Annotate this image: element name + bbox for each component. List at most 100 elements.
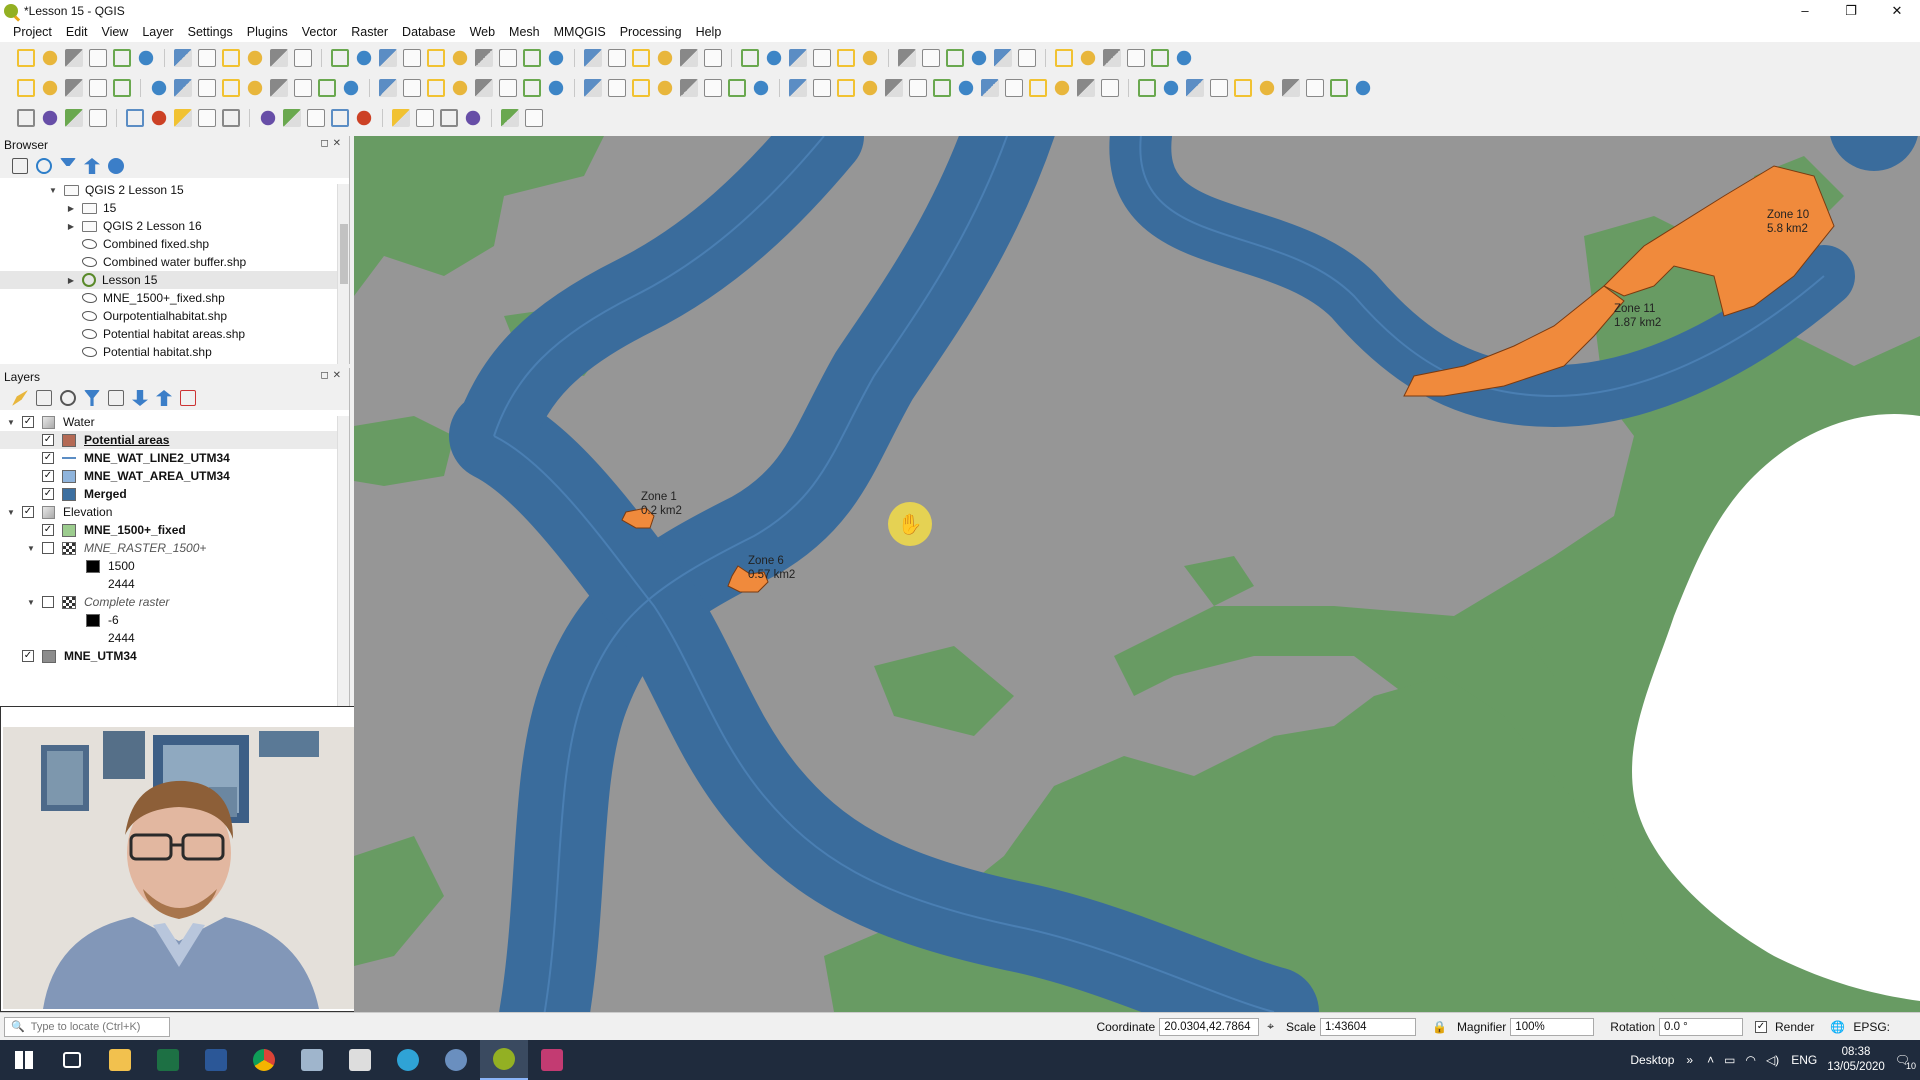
toolbar-tool-icon[interactable]	[741, 49, 759, 67]
toolbar-tool-icon[interactable]	[452, 50, 468, 66]
expanded-arrow-icon[interactable]: ▼	[48, 186, 58, 195]
toolbar-tool-icon[interactable]	[198, 109, 216, 127]
toolbar-tool-icon[interactable]	[837, 49, 855, 67]
toolbar-tool-icon[interactable]	[452, 80, 468, 96]
toolbar-tool-icon[interactable]	[440, 109, 458, 127]
layer-group[interactable]: ▼ ✓ Elevation	[0, 503, 349, 521]
toolbar-tool-icon[interactable]	[958, 80, 974, 96]
toolbar-tool-icon[interactable]	[1282, 79, 1300, 97]
toolbar-tool-icon[interactable]	[392, 109, 410, 127]
layer-visibility-checkbox[interactable]: ✓	[42, 434, 54, 446]
toolbar-tool-icon[interactable]	[174, 109, 192, 127]
toolbar-tool-icon[interactable]	[343, 80, 359, 96]
toolbar-tool-icon[interactable]	[1138, 79, 1156, 97]
toolbar-tool-icon[interactable]	[1210, 79, 1228, 97]
menu-processing[interactable]: Processing	[613, 25, 689, 39]
collapse-all-icon[interactable]	[84, 158, 100, 174]
toolbar-tool-icon[interactable]	[151, 80, 167, 96]
wifi-icon[interactable]: ◠	[1745, 1053, 1755, 1067]
toolbar-tool-icon[interactable]	[174, 49, 192, 67]
collapsed-arrow-icon[interactable]: ▶	[66, 204, 76, 213]
toolbar-tool-icon[interactable]	[657, 50, 673, 66]
toolbar-tool-icon[interactable]	[1077, 79, 1095, 97]
layer-visibility-checkbox[interactable]	[42, 596, 54, 608]
task-view-button[interactable]	[48, 1040, 96, 1080]
layer-item[interactable]: ✓ MNE_WAT_AREA_UTM34	[0, 467, 349, 485]
toolbar-tool-icon[interactable]	[270, 49, 288, 67]
toolbar-tool-icon[interactable]	[403, 79, 421, 97]
toolbar-tool-icon[interactable]	[356, 50, 372, 66]
toolbar-tool-icon[interactable]	[416, 109, 434, 127]
toolbar-tool-icon[interactable]	[307, 109, 325, 127]
close-button[interactable]: ✕	[1874, 0, 1920, 22]
layer-item[interactable]: ▼ Complete raster	[0, 593, 349, 611]
toolbar-tool-icon[interactable]	[1306, 79, 1324, 97]
start-button[interactable]	[0, 1040, 48, 1080]
toolbar-tool-icon[interactable]	[523, 79, 541, 97]
toolbar-tool-icon[interactable]	[680, 79, 698, 97]
layer-item[interactable]: ✓ Merged	[0, 485, 349, 503]
toolbar-tool-icon[interactable]	[1163, 80, 1179, 96]
toolbar-tool-icon[interactable]	[89, 79, 107, 97]
toolbar-tool-icon[interactable]	[65, 79, 83, 97]
minimize-button[interactable]: –	[1782, 0, 1828, 22]
browser-item[interactable]: Combined water buffer.shp	[0, 253, 349, 271]
layer-visibility-checkbox[interactable]: ✓	[22, 650, 34, 662]
layer-item[interactable]: ▼ MNE_RASTER_1500+	[0, 539, 349, 557]
toolbar-tool-icon[interactable]	[331, 109, 349, 127]
menu-plugins[interactable]: Plugins	[240, 25, 295, 39]
toolbar-tool-icon[interactable]	[862, 80, 878, 96]
browser-item[interactable]: ▼ QGIS 2 Lesson 15	[0, 181, 349, 199]
toolbar-tool-icon[interactable]	[885, 79, 903, 97]
toolbar-tool-icon[interactable]	[1186, 79, 1204, 97]
toolbar-tool-icon[interactable]	[294, 49, 312, 67]
toolbar-tool-icon[interactable]	[1054, 80, 1070, 96]
notification-center-icon[interactable]: 🗨 10	[1895, 1053, 1916, 1071]
remove-layer-icon[interactable]	[180, 390, 196, 406]
toolbar-tool-icon[interactable]	[403, 49, 421, 67]
toolbar-tool-icon[interactable]	[548, 80, 564, 96]
collapsed-arrow-icon[interactable]: ▶	[66, 222, 76, 231]
toolbar-tool-icon[interactable]	[331, 49, 349, 67]
toolbar-tool-icon[interactable]	[113, 79, 131, 97]
browser-item[interactable]: Ourpotentialhabitat.shp	[0, 307, 349, 325]
menu-view[interactable]: View	[94, 25, 135, 39]
toolbar-tool-icon[interactable]	[946, 49, 964, 67]
coordinate-field[interactable]: 20.0304,42.7864	[1159, 1017, 1260, 1036]
qgis-taskbar-button[interactable]	[480, 1040, 528, 1080]
toolbar-tool-icon[interactable]	[318, 79, 336, 97]
toolbar-tool-icon[interactable]	[379, 79, 397, 97]
browser-item[interactable]: Combined fixed.shp	[0, 235, 349, 253]
panel-float-close-icon[interactable]: ◻✕	[320, 138, 345, 149]
layer-item[interactable]: ✓ Potential areas	[0, 431, 349, 449]
toolbar-tool-icon[interactable]	[1080, 50, 1096, 66]
expanded-arrow-icon[interactable]: ▼	[26, 544, 36, 553]
layer-item[interactable]: ✓ MNE_WAT_LINE2_UTM34	[0, 449, 349, 467]
browser-item[interactable]: Potential habitat areas.shp	[0, 325, 349, 343]
toolbar-tool-icon[interactable]	[151, 110, 167, 126]
notepad-button[interactable]	[288, 1040, 336, 1080]
restore-button[interactable]: ❐	[1828, 0, 1874, 22]
toolbar-tool-icon[interactable]	[17, 109, 35, 127]
r-button[interactable]	[432, 1040, 480, 1080]
toolbar-tool-icon[interactable]	[837, 79, 855, 97]
toolbar-tool-icon[interactable]	[1259, 80, 1275, 96]
toolbar-tool-icon[interactable]	[813, 79, 831, 97]
toolbar-tool-icon[interactable]	[126, 109, 144, 127]
toolbar-tool-icon[interactable]	[198, 49, 216, 67]
toolbar-tool-icon[interactable]	[501, 109, 519, 127]
map-canvas[interactable]: Zone 10 5.8 km2 Zone 11 1.87 km2 Zone 1 …	[354, 136, 1920, 1012]
edge-button[interactable]	[384, 1040, 432, 1080]
lock-icon[interactable]: 🔒	[1432, 1020, 1447, 1034]
toolbar-tool-icon[interactable]	[608, 49, 626, 67]
menu-raster[interactable]: Raster	[344, 25, 395, 39]
toolbar-tool-icon[interactable]	[42, 110, 58, 126]
toggle-extents-icon[interactable]: ⌖	[1267, 1019, 1274, 1034]
toolbar-tool-icon[interactable]	[499, 49, 517, 67]
toolbar-tool-icon[interactable]	[427, 49, 445, 67]
toolbar-tool-icon[interactable]	[65, 109, 83, 127]
toolbar-tool-icon[interactable]	[1055, 49, 1073, 67]
layer-visibility-checkbox[interactable]: ✓	[42, 470, 54, 482]
menu-mmqgis[interactable]: MMQGIS	[547, 25, 613, 39]
filter-legend-icon[interactable]	[84, 390, 100, 406]
